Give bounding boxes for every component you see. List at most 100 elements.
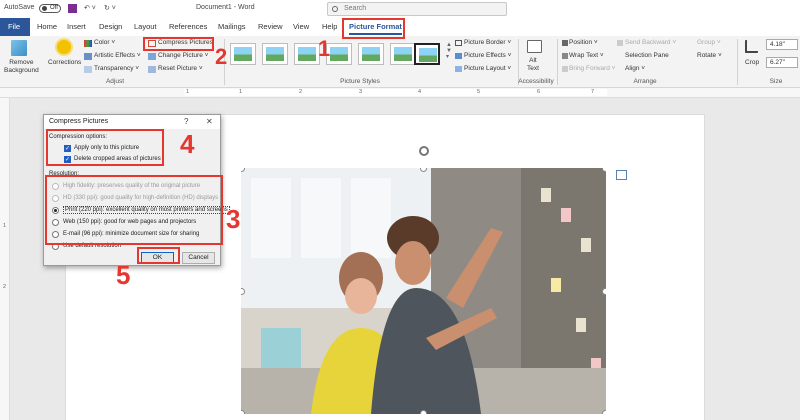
search-input[interactable]: Search	[327, 2, 507, 16]
wrap-text-button[interactable]: Wrap Text ˅	[569, 52, 604, 59]
help-button[interactable]: ?	[184, 117, 188, 126]
picture-style-6[interactable]	[390, 43, 416, 65]
picture-border-button[interactable]: Picture Border ˅	[464, 39, 511, 46]
tab-layout[interactable]: Layout	[134, 22, 157, 31]
ruler-tick: 5	[477, 89, 481, 95]
picture-style-3[interactable]	[294, 43, 320, 65]
close-icon[interactable]: ✕	[206, 117, 213, 126]
tab-review[interactable]: Review	[258, 22, 283, 31]
ruler-active-area	[184, 89, 607, 96]
bring-forward-button[interactable]: Bring Forward ˅	[569, 65, 615, 72]
wrap-text-icon	[562, 53, 568, 59]
styles-scroll-icon[interactable]: ▲ ▼ ▾	[446, 42, 452, 60]
tab-insert[interactable]: Insert	[67, 22, 86, 31]
tab-design[interactable]: Design	[99, 22, 122, 31]
ruler-tick: 4	[418, 89, 422, 95]
tab-references[interactable]: References	[169, 22, 207, 31]
change-picture-icon	[148, 53, 156, 60]
bring-forward-icon	[562, 66, 568, 72]
position-button[interactable]: Position ˅	[569, 39, 598, 46]
position-icon	[562, 40, 568, 46]
rotate-handle-icon[interactable]	[419, 146, 429, 156]
ribbon: Remove Background Corrections Color ˅ Ar…	[0, 36, 800, 88]
transparency-button[interactable]: Transparency ˅	[94, 65, 139, 72]
callout-box-picture-format	[342, 18, 405, 39]
redo-icon[interactable]: ↻ ˅	[104, 4, 116, 12]
vertical-ruler: 1 2	[0, 98, 10, 420]
resize-handle[interactable]	[602, 410, 606, 414]
ruler-tick: 3	[359, 89, 363, 95]
selected-picture[interactable]	[241, 168, 606, 414]
change-picture-button[interactable]: Change Picture ˅	[158, 52, 208, 59]
tab-file[interactable]: File	[0, 18, 30, 36]
align-button[interactable]: Align ˅	[625, 65, 645, 72]
ruler-tick: 1	[186, 89, 190, 95]
layout-options-icon[interactable]	[616, 170, 627, 180]
ruler-tick: 1	[3, 223, 7, 229]
save-icon[interactable]	[68, 4, 77, 13]
crop-icon	[745, 40, 758, 53]
remove-background-icon	[11, 40, 27, 56]
callout-box-ok	[137, 247, 180, 264]
color-icon	[84, 40, 92, 47]
picture-style-7[interactable]	[414, 43, 440, 65]
search-placeholder: Search	[344, 5, 367, 12]
alt-text-icon	[527, 40, 542, 53]
picture-effects-button[interactable]: Picture Effects ˅	[464, 52, 511, 59]
send-backward-button[interactable]: Send Backward ˅	[625, 39, 676, 46]
ruler-tick: 2	[3, 284, 7, 290]
callout-box-compress-pictures	[143, 37, 214, 51]
undo-icon[interactable]: ↶ ˅	[84, 4, 96, 12]
tab-mailings[interactable]: Mailings	[218, 22, 246, 31]
callout-number-4: 4	[180, 129, 195, 159]
resize-handle[interactable]	[602, 288, 606, 295]
tab-help[interactable]: Help	[322, 22, 337, 31]
selection-pane-button[interactable]: Selection Pane	[625, 52, 669, 59]
corrections-icon	[57, 40, 71, 54]
callout-number-3: 3	[226, 204, 241, 234]
callout-number-1: 1	[318, 36, 331, 61]
picture-style-2[interactable]	[262, 43, 288, 65]
arrange-group-label: Arrange	[633, 78, 657, 85]
dialog-title: Compress Pictures	[44, 115, 220, 129]
office-photo	[241, 168, 606, 414]
rotate-button[interactable]: Rotate ˅	[697, 52, 722, 59]
crop-button[interactable]: Crop	[745, 59, 759, 66]
corrections-button[interactable]: Corrections	[48, 59, 81, 66]
picture-layout-button[interactable]: Picture Layout ˅	[464, 65, 511, 72]
picture-styles-group-label: Picture Styles	[340, 78, 380, 85]
document-title: Document1 - Word	[196, 4, 255, 11]
callout-box-compression-options	[46, 129, 164, 166]
picture-border-icon	[455, 40, 462, 46]
width-field[interactable]: 6.27"	[766, 57, 798, 68]
resize-handle[interactable]	[241, 410, 245, 414]
tab-home[interactable]: Home	[37, 22, 57, 31]
cancel-button[interactable]: Cancel	[182, 252, 215, 264]
reset-picture-button[interactable]: Reset Picture ˅	[158, 65, 203, 72]
ruler-tick: 7	[591, 89, 595, 95]
accessibility-group-label: Accessibility	[518, 78, 554, 85]
send-backward-icon	[617, 40, 623, 46]
picture-effects-icon	[455, 53, 462, 59]
remove-background-button[interactable]: Remove Background	[4, 59, 39, 75]
alt-text-button[interactable]: Alt Text	[527, 57, 539, 73]
resize-handle[interactable]	[602, 168, 606, 172]
artistic-effects-button[interactable]: Artistic Effects ˅	[94, 52, 141, 59]
artistic-effects-icon	[84, 53, 92, 60]
resize-handle[interactable]	[420, 410, 427, 414]
ruler-tick: 2	[299, 89, 303, 95]
tab-view[interactable]: View	[293, 22, 309, 31]
autosave-label: AutoSave	[4, 4, 35, 11]
size-group-label: Size	[769, 78, 783, 85]
autosave-toggle[interactable]: Off	[39, 4, 61, 13]
callout-number-2: 2	[215, 44, 228, 69]
color-button[interactable]: Color ˅	[94, 39, 115, 46]
height-field[interactable]: 4.18"	[766, 39, 798, 50]
group-button[interactable]: Group ˅	[697, 39, 721, 46]
callout-number-5: 5	[116, 260, 131, 290]
reset-picture-icon	[148, 66, 156, 73]
horizontal-ruler: 1 1 2 3 4 5 6 7	[0, 88, 800, 98]
picture-style-5[interactable]	[358, 43, 384, 65]
transparency-icon	[84, 66, 92, 73]
picture-style-1[interactable]	[230, 43, 256, 65]
